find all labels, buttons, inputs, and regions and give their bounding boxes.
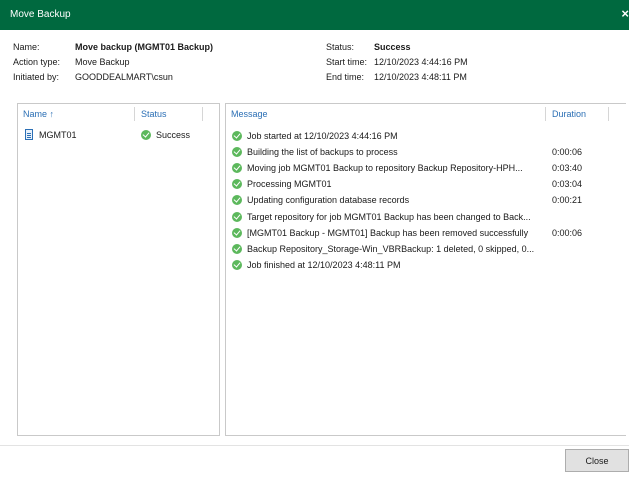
footer-divider	[0, 445, 629, 446]
start-time-value: 12/10/2023 4:44:16 PM	[374, 57, 468, 67]
status-label: Status:	[326, 42, 355, 52]
column-header-name-label: Name	[23, 109, 48, 119]
log-row[interactable]: Updating configuration database records 0…	[226, 192, 625, 208]
start-time-row: Start time: 12/10/2023 4:44:16 PM	[326, 55, 468, 70]
window-title: Move Backup	[10, 9, 71, 20]
sort-ascending-icon: ↑	[49, 109, 55, 119]
log-row[interactable]: Job started at 12/10/2023 4:44:16 PM	[226, 128, 625, 144]
job-summary-left: Name: Move backup (MGMT01 Backup) Action …	[13, 40, 213, 85]
objects-list[interactable]: Name ↑ Status MGMT01 Success	[17, 103, 220, 436]
initiated-by-value: GOODDEALMART\csun	[75, 72, 173, 82]
log-message: Target repository for job MGMT01 Backup …	[247, 211, 531, 222]
end-time-value: 12/10/2023 4:48:11 PM	[374, 72, 467, 82]
log-duration: 0:03:04	[552, 179, 583, 190]
success-icon	[232, 131, 242, 141]
success-icon	[232, 227, 242, 238]
object-row[interactable]: MGMT01 Success	[18, 127, 219, 143]
log-message: Updating configuration database records	[247, 195, 410, 206]
object-name: MGMT01	[39, 130, 77, 140]
start-time-label: Start time:	[326, 57, 368, 67]
action-type-row: Action type: Move Backup	[13, 55, 213, 70]
log-duration: 0:00:06	[552, 227, 583, 238]
object-status: Success	[156, 130, 191, 140]
action-type-value: Move Backup	[75, 57, 130, 67]
log-duration: 0:03:40	[552, 163, 583, 174]
column-header-status[interactable]: Status	[141, 109, 167, 119]
log-message: Job finished at 12/10/2023 4:48:11 PM	[247, 259, 401, 270]
log-list[interactable]: Message Duration Job started at 12/10/20…	[225, 103, 626, 436]
log-row[interactable]: Job finished at 12/10/2023 4:48:11 PM	[226, 257, 625, 273]
close-button[interactable]: Close	[565, 449, 629, 472]
log-message: Moving job MGMT01 Backup to repository B…	[247, 163, 523, 174]
log-message: Backup Repository_Storage-Win_VBRBackup:…	[247, 243, 535, 254]
column-header-duration[interactable]: Duration	[552, 109, 586, 119]
column-header-name[interactable]: Name ↑	[23, 109, 54, 119]
name-row: Name: Move backup (MGMT01 Backup)	[13, 40, 213, 55]
log-message: Building the list of backups to process	[247, 147, 398, 158]
action-type-label: Action type:	[13, 57, 61, 67]
log-row[interactable]: [MGMT01 Backup - MGMT01] Backup has been…	[226, 225, 625, 241]
column-divider[interactable]	[202, 107, 203, 121]
log-duration: 0:00:06	[552, 147, 583, 158]
document-icon	[25, 129, 33, 140]
column-divider[interactable]	[545, 107, 546, 121]
success-icon	[232, 163, 242, 174]
success-icon	[232, 259, 242, 270]
status-row: Status: Success	[326, 40, 468, 55]
success-icon	[232, 195, 242, 206]
log-message: Processing MGMT01	[247, 179, 332, 190]
log-duration: 0:00:21	[552, 195, 583, 206]
success-icon	[232, 147, 242, 158]
success-icon	[232, 211, 242, 222]
initiated-by-label: Initiated by:	[13, 72, 60, 82]
log-row[interactable]: Target repository for job MGMT01 Backup …	[226, 209, 625, 225]
column-divider[interactable]	[134, 107, 135, 121]
name-value: Move backup (MGMT01 Backup)	[75, 42, 214, 52]
status-value: Success	[374, 42, 411, 52]
log-row[interactable]: Building the list of backups to process 0…	[226, 144, 625, 160]
column-header-message[interactable]: Message	[231, 109, 268, 119]
name-label: Name:	[13, 42, 40, 52]
close-icon[interactable]: ×	[621, 6, 629, 22]
log-message: [MGMT01 Backup - MGMT01] Backup has been…	[247, 227, 529, 238]
log-row[interactable]: Backup Repository_Storage-Win_VBRBackup:…	[226, 241, 625, 257]
log-message: Job started at 12/10/2023 4:44:16 PM	[247, 131, 398, 141]
title-bar: Move Backup ×	[0, 0, 629, 30]
success-icon	[232, 243, 242, 254]
log-row[interactable]: Processing MGMT01 0:03:04	[226, 176, 625, 192]
column-divider[interactable]	[608, 107, 609, 121]
end-time-label: End time:	[326, 72, 365, 82]
success-icon	[141, 130, 151, 140]
success-icon	[232, 179, 242, 190]
initiated-by-row: Initiated by: GOODDEALMART\csun	[13, 70, 213, 85]
log-row[interactable]: Moving job MGMT01 Backup to repository B…	[226, 160, 625, 176]
end-time-row: End time: 12/10/2023 4:48:11 PM	[326, 70, 468, 85]
job-summary-right: Status: Success Start time: 12/10/2023 4:4…	[326, 40, 468, 85]
